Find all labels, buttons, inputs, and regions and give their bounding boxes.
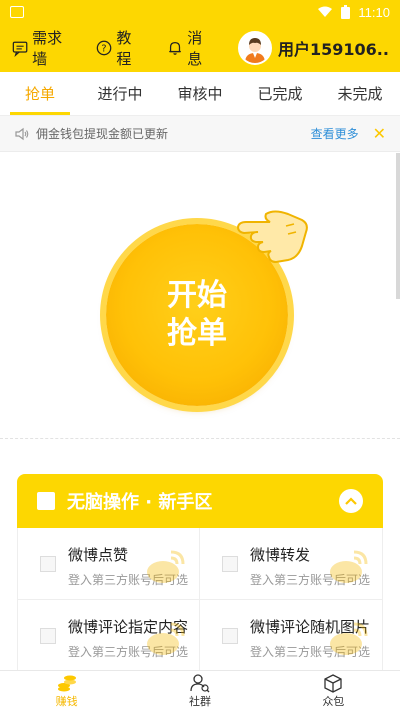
task-card[interactable]: 微博评论指定内容 登入第三方账号后可选 <box>18 600 200 672</box>
weibo-icon <box>330 622 368 655</box>
box-icon <box>324 674 342 693</box>
status-time: 11:10 <box>358 4 390 20</box>
task-checkbox[interactable] <box>222 628 238 644</box>
tab-in-progress[interactable]: 进行中 <box>80 72 160 115</box>
divider <box>0 438 400 439</box>
bell-icon <box>169 42 182 55</box>
weibo-icon <box>330 550 368 583</box>
weibo-icon <box>147 622 185 655</box>
battery-icon <box>341 5 351 19</box>
nav-crowdsource[interactable]: 众包 <box>267 671 400 711</box>
wifi-icon <box>318 6 333 17</box>
task-tabs: 抢单 进行中 审核中 已完成 未完成 <box>0 72 400 116</box>
demand-wall-button[interactable]: 需求墙 <box>12 27 72 69</box>
tutorial-button[interactable]: ? 教程 <box>96 27 143 69</box>
nav-community-label: 社群 <box>188 695 211 708</box>
pointing-hand-icon <box>236 210 308 264</box>
section-header[interactable]: 无脑操作 · 新手区 <box>17 474 383 528</box>
nav-earn[interactable]: 赚钱 <box>0 671 133 711</box>
chat-icon <box>12 41 28 57</box>
question-icon: ? <box>97 40 112 56</box>
messages-label: 消息 <box>187 29 203 68</box>
task-card[interactable]: 微博点赞 登入第三方账号后可选 <box>18 528 200 600</box>
task-checkbox[interactable] <box>40 556 56 572</box>
task-card[interactable]: 微博评论随机图片 登入第三方账号后可选 <box>200 600 382 672</box>
user-avatar-icon <box>240 33 270 63</box>
scrollbar[interactable] <box>396 153 400 299</box>
nav-crowdsource-label: 众包 <box>322 695 345 708</box>
svg-text:?: ? <box>102 44 107 55</box>
section-checkbox[interactable] <box>37 492 55 510</box>
chevron-up-icon <box>345 497 357 505</box>
task-checkbox[interactable] <box>222 556 238 572</box>
start-grab-line1: 开始 <box>167 278 227 313</box>
status-bar: 11:10 <box>0 0 400 24</box>
tab-reviewing[interactable]: 审核中 <box>160 72 240 115</box>
tab-completed[interactable]: 已完成 <box>240 72 320 115</box>
notice-bar: 佣金钱包提现金额已更新 查看更多 ✕ <box>0 116 400 152</box>
user-name: 用户159106... <box>278 40 388 59</box>
user-profile[interactable]: 用户159106... <box>238 31 388 65</box>
tab-grab[interactable]: 抢单 <box>0 72 80 115</box>
messages-button[interactable]: 消息 <box>167 27 214 69</box>
tab-incomplete[interactable]: 未完成 <box>320 72 400 115</box>
community-icon <box>190 674 210 693</box>
tutorial-label: 教程 <box>116 29 132 68</box>
app-header: 需求墙 ? 教程 消息 用户159106... <box>0 24 400 72</box>
demand-wall-label: 需求墙 <box>32 29 63 68</box>
see-more-link[interactable]: 查看更多 <box>311 125 359 142</box>
bottom-nav: 赚钱 社群 众包 <box>0 670 400 711</box>
avatar[interactable] <box>238 31 272 65</box>
nav-earn-label: 赚钱 <box>55 695 78 708</box>
close-icon[interactable]: ✕ <box>373 124 386 143</box>
task-card[interactable]: 微博转发 登入第三方账号后可选 <box>200 528 382 600</box>
weibo-icon <box>147 550 185 583</box>
nav-community[interactable]: 社群 <box>133 671 266 711</box>
collapse-button[interactable] <box>339 489 363 513</box>
notice-text: 佣金钱包提现金额已更新 <box>36 127 169 141</box>
start-grab-line2: 抢单 <box>167 316 227 351</box>
task-grid: 微博点赞 登入第三方账号后可选 微博转发 登入第三方账号后可选 微博评论指定内容… <box>17 528 383 678</box>
speaker-icon <box>15 127 29 140</box>
task-checkbox[interactable] <box>40 628 56 644</box>
notification-icon <box>10 6 24 18</box>
coins-icon <box>57 675 76 692</box>
section-title: 无脑操作 · 新手区 <box>67 492 213 513</box>
